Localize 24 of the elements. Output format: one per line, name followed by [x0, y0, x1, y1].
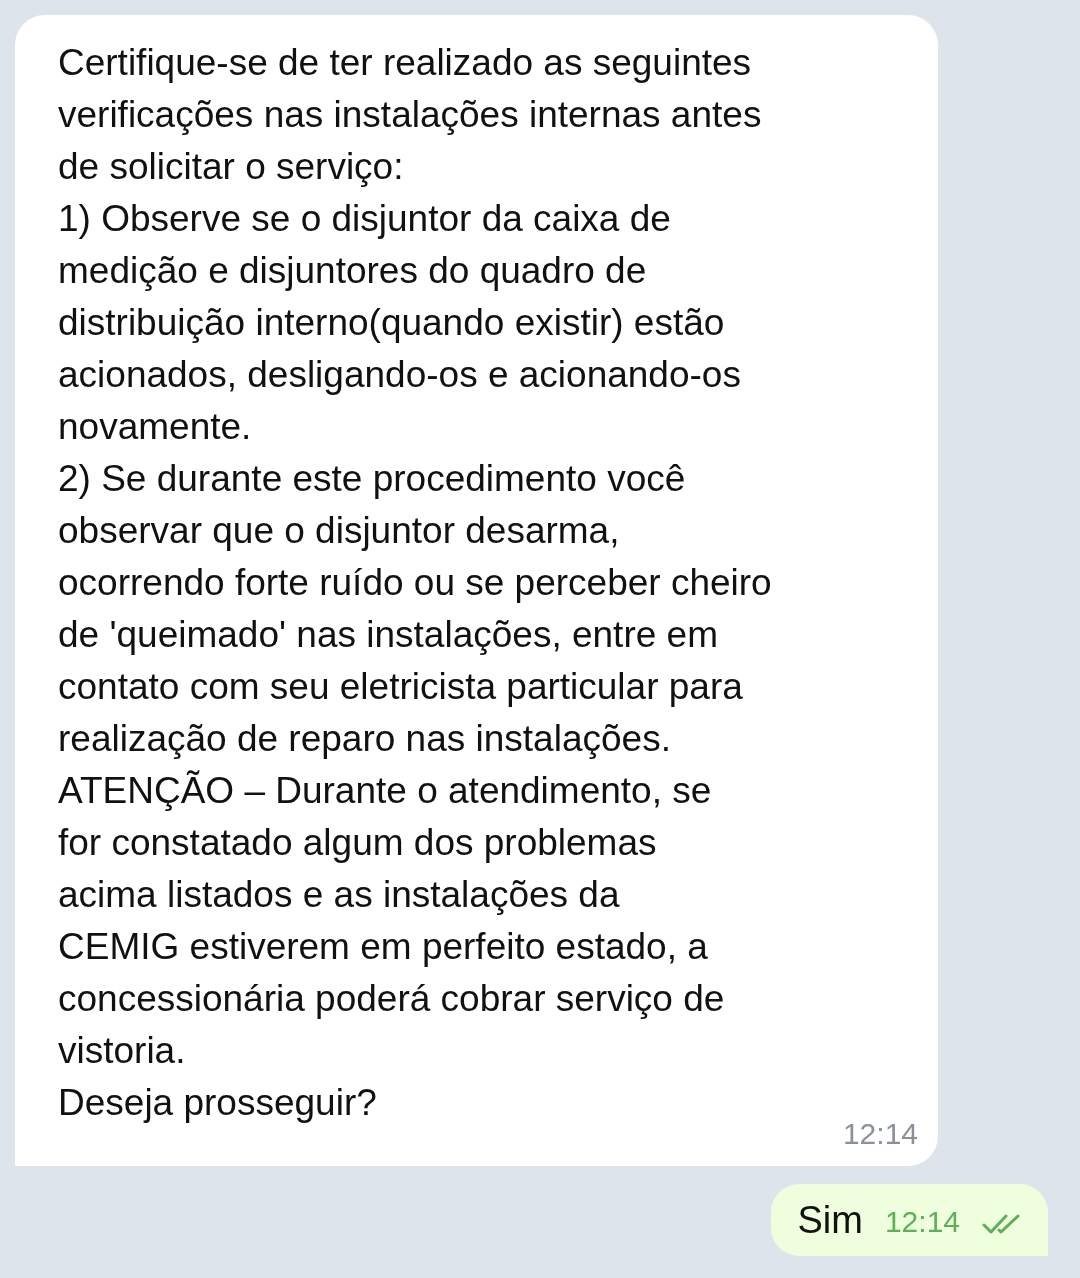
message-text-line: ATENÇÃO – Durante o atendimento, se	[58, 769, 712, 813]
message-time: 12:14	[842, 1116, 918, 1152]
message-text-line: novamente.	[58, 405, 252, 449]
message-text-line: Certifique-se de ter realizado as seguintes	[58, 41, 752, 85]
message-text-line: contato com seu eletricista particular para	[58, 665, 743, 709]
message-text-line: CEMIG estiverem em perfeito estado, a	[58, 925, 708, 969]
message-text-line: ocorrendo forte ruído ou se perceber cheiro	[58, 561, 772, 605]
message-text-line: acionados, desligando-os e acionando-os	[58, 353, 741, 397]
message-text: Sim	[797, 1198, 863, 1243]
message-text-line: medição e disjuntores do quadro de	[58, 249, 647, 293]
message-text-line: de 'queimado' nas instalações, entre em	[58, 613, 718, 657]
message-text-line: concessionária poderá cobrar serviço de	[58, 977, 725, 1021]
message-text-line: observar que o disjuntor desarma,	[58, 509, 620, 553]
message-text-line: de solicitar o serviço:	[58, 145, 404, 189]
message-text-line: 2) Se durante este procedimento você	[58, 457, 686, 501]
message-text-line: 1) Observe se o disjuntor da caixa de	[58, 197, 671, 241]
message-text-line: vistoria.	[58, 1029, 186, 1073]
message-text-line: distribuição interno(quando existir) estão	[58, 301, 725, 345]
message-text-line: Deseja prosseguir?	[58, 1081, 377, 1125]
message-text-line: verificações nas instalações internas antes	[58, 93, 762, 137]
message-text-line: acima listados e as instalações da	[58, 873, 620, 917]
message-text-line: realização de reparo nas instalações.	[58, 717, 671, 761]
message-text-line: for constatado algum dos problemas	[58, 821, 657, 865]
message-time: 12:14	[884, 1204, 960, 1240]
